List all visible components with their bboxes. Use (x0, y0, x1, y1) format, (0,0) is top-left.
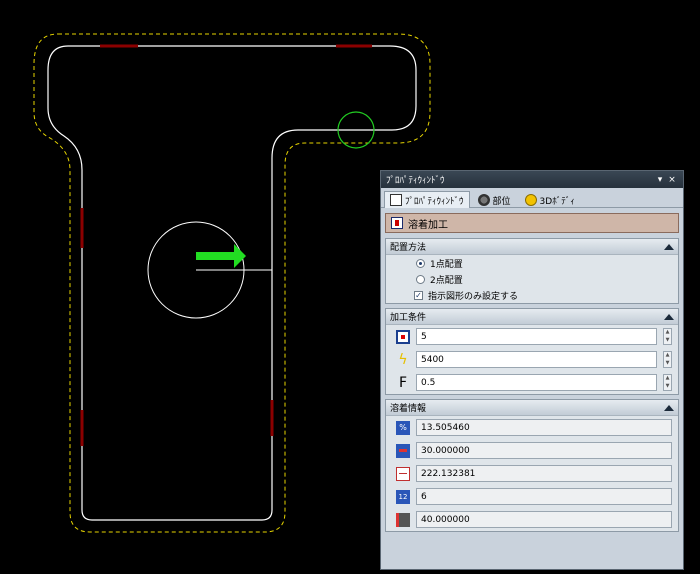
tab-parts[interactable]: 部位 (472, 191, 517, 208)
height-icon (396, 512, 410, 527)
height-value: 40.000000 (416, 511, 672, 528)
property-window-title: ﾌﾟﾛﾊﾟﾃｨｳｨﾝﾄﾞｳ (386, 176, 445, 186)
checkbox[interactable]: ✓ (414, 290, 423, 300)
collapse-icon[interactable] (664, 243, 674, 250)
section-title: 溶着情報 (390, 404, 427, 414)
condition-row: F 0.5 ▲ ▼ (386, 371, 678, 394)
pin-icon[interactable]: ▾ (654, 175, 666, 185)
collapse-icon[interactable] (664, 404, 674, 411)
info-row: % 13.505460 (386, 416, 678, 439)
condition-row: ϟ 5400 ▲ ▼ (386, 348, 678, 371)
placement-header[interactable]: 配置方法 (386, 239, 678, 255)
checkbox-label: 指示図形のみ設定する (428, 291, 519, 302)
count-field[interactable]: 5 (416, 328, 657, 345)
weld-info-section: 溶着情報 % 13.505460 30.000000 222.132381 12… (385, 399, 679, 532)
length-icon (396, 466, 410, 481)
ratio-value: 13.505460 (416, 419, 672, 436)
f-letter-icon: F (398, 374, 408, 391)
close-button[interactable]: × (666, 175, 678, 185)
tab-label: ﾌﾟﾛﾊﾟﾃｨｳｨﾝﾄﾞｳ (405, 196, 464, 207)
tab-strip: ﾌﾟﾛﾊﾟﾃｨｳｨﾝﾄﾞｳ 部位 3Dﾎﾞﾃﾞｨ (381, 188, 683, 208)
indicator-only-checkbox[interactable]: ✓ 指示図形のみ設定する (386, 287, 678, 303)
feed-field[interactable]: 0.5 (416, 374, 657, 391)
tab-label: 3Dﾎﾞﾃﾞｨ (539, 196, 575, 207)
tab-3d-body[interactable]: 3Dﾎﾞﾃﾞｨ (519, 191, 581, 208)
lightning-icon: ϟ (398, 351, 408, 368)
count-value: 6 (416, 488, 672, 505)
info-row: 12 6 (386, 485, 678, 508)
parts-icon (477, 194, 490, 206)
spacing-value: 30.000000 (416, 442, 672, 459)
properties-icon (390, 194, 402, 206)
power-stepper[interactable]: ▲ ▼ (663, 351, 672, 368)
radio-label: 2点配置 (430, 275, 463, 286)
offset-outline (33, 33, 431, 533)
radio-button[interactable] (416, 274, 425, 284)
property-window-titlebar: ﾌﾟﾛﾊﾟﾃｨｳｨﾝﾄﾞｳ ▾ × (381, 171, 683, 188)
feature-header[interactable]: 溶着加工 (385, 213, 679, 233)
number-icon: 12 (396, 489, 410, 504)
tab-properties[interactable]: ﾌﾟﾛﾊﾟﾃｨｳｨﾝﾄﾞｳ (384, 191, 470, 208)
conditions-header[interactable]: 加工条件 (386, 309, 678, 325)
condition-row: 5 ▲ ▼ (386, 325, 678, 348)
section-title: 配置方法 (390, 243, 427, 253)
radio-two-point[interactable]: 2点配置 (386, 271, 678, 287)
feature-label: 溶着加工 (408, 219, 448, 231)
body-icon (524, 194, 537, 206)
radio-one-point[interactable]: 1点配置 (386, 255, 678, 271)
property-window: ﾌﾟﾛﾊﾟﾃｨｳｨﾝﾄﾞｳ ▾ × ﾌﾟﾛﾊﾟﾃｨｳｨﾝﾄﾞｳ 部位 3Dﾎﾞﾃ… (380, 170, 684, 570)
radio-label: 1点配置 (430, 259, 463, 270)
spacing-icon (396, 443, 410, 458)
part-outline (47, 45, 417, 521)
placement-section: 配置方法 1点配置 2点配置 ✓ 指示図形のみ設定する (385, 238, 679, 304)
weld-info-header[interactable]: 溶着情報 (386, 400, 678, 416)
info-row: 30.000000 (386, 439, 678, 462)
info-row: 222.132381 (386, 462, 678, 485)
length-value: 222.132381 (416, 465, 672, 482)
info-row: 40.000000 (386, 508, 678, 531)
weld-icon (391, 217, 403, 229)
radio-button[interactable] (416, 258, 425, 268)
count-stepper[interactable]: ▲ ▼ (663, 328, 672, 345)
count-icon (396, 329, 410, 344)
collapse-icon[interactable] (664, 313, 674, 320)
section-title: 加工条件 (390, 313, 427, 323)
conditions-section: 加工条件 5 ▲ ▼ ϟ 5400 ▲ ▼ F 0.5 ▲ ▼ (385, 308, 679, 395)
percent-icon: % (396, 420, 410, 435)
feed-stepper[interactable]: ▲ ▼ (663, 374, 672, 391)
power-field[interactable]: 5400 (416, 351, 657, 368)
tab-label: 部位 (492, 196, 511, 207)
